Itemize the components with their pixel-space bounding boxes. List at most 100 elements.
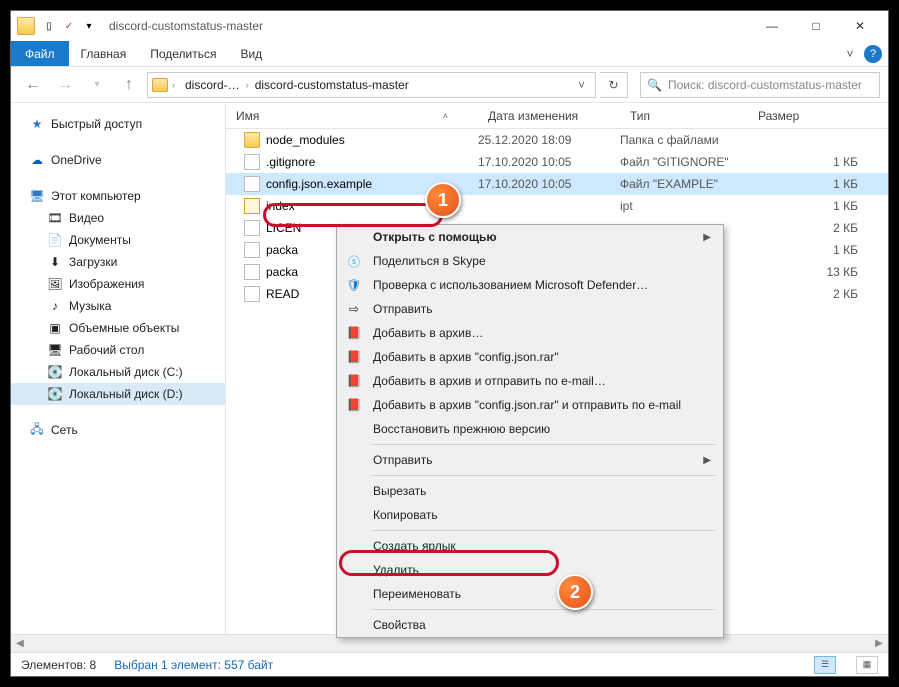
tab-file[interactable]: Файл (11, 41, 69, 66)
ctx-restore[interactable]: Восстановить прежнюю версию (337, 417, 723, 441)
blank-icon (343, 451, 365, 469)
close-button[interactable]: ✕ (838, 12, 882, 40)
qat-dropdown[interactable]: ▾ (81, 18, 97, 34)
sidebar-pictures[interactable]: 🖼Изображения (11, 273, 225, 295)
sort-icon: ˄ (443, 111, 448, 121)
view-details-button[interactable]: ☰ (814, 656, 836, 674)
ctx-send[interactable]: ⇨Отправить (337, 297, 723, 321)
callout-badge-1: 1 (425, 182, 461, 218)
file-date: 17.10.2020 10:05 (478, 155, 620, 169)
search-icon: 🔍 (647, 78, 662, 92)
up-button[interactable]: ↑ (115, 71, 143, 99)
ctx-properties[interactable]: Свойства (337, 613, 723, 637)
qat-item[interactable]: ▯ (41, 18, 57, 34)
ctx-open-with[interactable]: Открыть с помощью▶ (337, 225, 723, 249)
file-type: Папка с файлами (620, 133, 748, 147)
sidebar: ★Быстрый доступ ☁OneDrive 🖥Этот компьюте… (11, 103, 226, 652)
tab-home[interactable]: Главная (69, 41, 139, 66)
ctx-copy[interactable]: Копировать (337, 503, 723, 527)
ctx-cut[interactable]: Вырезать (337, 479, 723, 503)
qat-item[interactable]: ✓ (61, 18, 77, 34)
tab-view[interactable]: Вид (228, 41, 274, 66)
sidebar-downloads[interactable]: ⬇Загрузки (11, 251, 225, 273)
forward-button[interactable]: → (51, 71, 79, 99)
file-name: index (266, 199, 295, 213)
separator (371, 475, 715, 476)
help-icon[interactable]: ? (864, 45, 882, 63)
folder-icon (17, 17, 35, 35)
ctx-defender[interactable]: 🛡Проверка с использованием Microsoft Def… (337, 273, 723, 297)
ctx-delete[interactable]: Удалить (337, 558, 723, 582)
scroll-left-button[interactable]: ◀ (11, 638, 29, 649)
rar-icon: 📕 (343, 324, 365, 342)
breadcrumb-segment[interactable]: discord-… (179, 78, 246, 92)
ctx-archive[interactable]: 📕Добавить в архив… (337, 321, 723, 345)
column-type[interactable]: Тип (620, 109, 748, 123)
sidebar-network[interactable]: 🖧Сеть (11, 419, 225, 441)
file-size: 1 КБ (748, 199, 888, 213)
file-name: READ (266, 287, 299, 301)
file-date: 17.10.2020 10:05 (478, 177, 620, 191)
blank-icon (343, 482, 365, 500)
file-size: 1 КБ (748, 155, 888, 169)
callout-badge-2: 2 (557, 574, 593, 610)
file-row[interactable]: indexipt1 КБ (226, 195, 888, 217)
ribbon-tabs: Файл Главная Поделиться Вид ˅ ? (11, 41, 888, 67)
refresh-button[interactable]: ↻ (600, 72, 628, 98)
tab-share[interactable]: Поделиться (138, 41, 228, 66)
rar-icon: 📕 (343, 372, 365, 390)
folder-icon (244, 132, 260, 148)
file-name: .gitignore (266, 155, 315, 169)
ctx-shortcut[interactable]: Создать ярлык (337, 534, 723, 558)
search-input[interactable]: 🔍 Поиск: discord-customstatus-master (640, 72, 880, 98)
column-name[interactable]: Имя˄ (226, 109, 478, 123)
ctx-archive-rar[interactable]: 📕Добавить в архив "config.json.rar" (337, 345, 723, 369)
file-row[interactable]: .gitignore 17.10.2020 10:05Файл "GITIGNOR… (226, 151, 888, 173)
column-date[interactable]: Дата изменения (478, 109, 620, 123)
view-large-button[interactable]: ▦ (856, 656, 878, 674)
sidebar-3dobjects[interactable]: ▣Объемные объекты (11, 317, 225, 339)
ctx-skype[interactable]: ⓢПоделиться в Skype (337, 249, 723, 273)
ctx-archive-send[interactable]: 📕Добавить в архив и отправить по e-mail… (337, 369, 723, 393)
file-size: 1 КБ (748, 243, 888, 257)
address-dropdown[interactable]: ˅ (572, 78, 591, 92)
file-row[interactable]: config.json.example17.10.2020 10:05Файл … (226, 173, 888, 195)
blank-icon (343, 585, 365, 603)
desktop-icon: 🖥 (47, 342, 63, 358)
separator (371, 609, 715, 610)
drive-icon: 💽 (47, 364, 63, 380)
network-icon: 🖧 (29, 422, 45, 438)
back-button[interactable]: ← (19, 71, 47, 99)
ribbon-expand[interactable]: ˅ (836, 41, 864, 66)
sidebar-disk-c[interactable]: 💽Локальный диск (C:) (11, 361, 225, 383)
status-items: Элементов: 8 (21, 658, 96, 672)
breadcrumb-segment[interactable]: discord-customstatus-master (249, 78, 415, 92)
file-icon (244, 242, 260, 258)
sidebar-thispc[interactable]: 🖥Этот компьютер (11, 185, 225, 207)
column-size[interactable]: Размер (748, 109, 888, 123)
ctx-rename[interactable]: Переименовать (337, 582, 723, 606)
sidebar-desktop[interactable]: 🖥Рабочий стол (11, 339, 225, 361)
minimize-button[interactable]: — (750, 12, 794, 40)
address-bar[interactable]: › discord-… › discord-customstatus-maste… (147, 72, 596, 98)
file-icon (244, 264, 260, 280)
search-placeholder: Поиск: discord-customstatus-master (668, 78, 862, 92)
file-type: Файл "GITIGNORE" (620, 155, 748, 169)
sidebar-onedrive[interactable]: ☁OneDrive (11, 149, 225, 171)
sidebar-disk-d[interactable]: 💽Локальный диск (D:) (11, 383, 225, 405)
maximize-button[interactable]: □ (794, 12, 838, 40)
sidebar-documents[interactable]: 📄Документы (11, 229, 225, 251)
status-bar: Элементов: 8 Выбран 1 элемент: 557 байт … (11, 652, 888, 676)
sidebar-music[interactable]: ♪Музыка (11, 295, 225, 317)
file-size: 2 КБ (748, 221, 888, 235)
scroll-right-button[interactable]: ▶ (870, 638, 888, 649)
file-icon (244, 176, 260, 192)
star-icon: ★ (29, 116, 45, 132)
sidebar-quick-access[interactable]: ★Быстрый доступ (11, 113, 225, 135)
file-size: 1 КБ (748, 177, 888, 191)
sidebar-video[interactable]: 🎞Видео (11, 207, 225, 229)
ctx-archive-rar-send[interactable]: 📕Добавить в архив "config.json.rar" и от… (337, 393, 723, 417)
history-dropdown[interactable]: ▾ (83, 71, 111, 99)
ctx-send-to[interactable]: Отправить▶ (337, 448, 723, 472)
file-row[interactable]: node_modules25.12.2020 18:09Папка с файл… (226, 129, 888, 151)
